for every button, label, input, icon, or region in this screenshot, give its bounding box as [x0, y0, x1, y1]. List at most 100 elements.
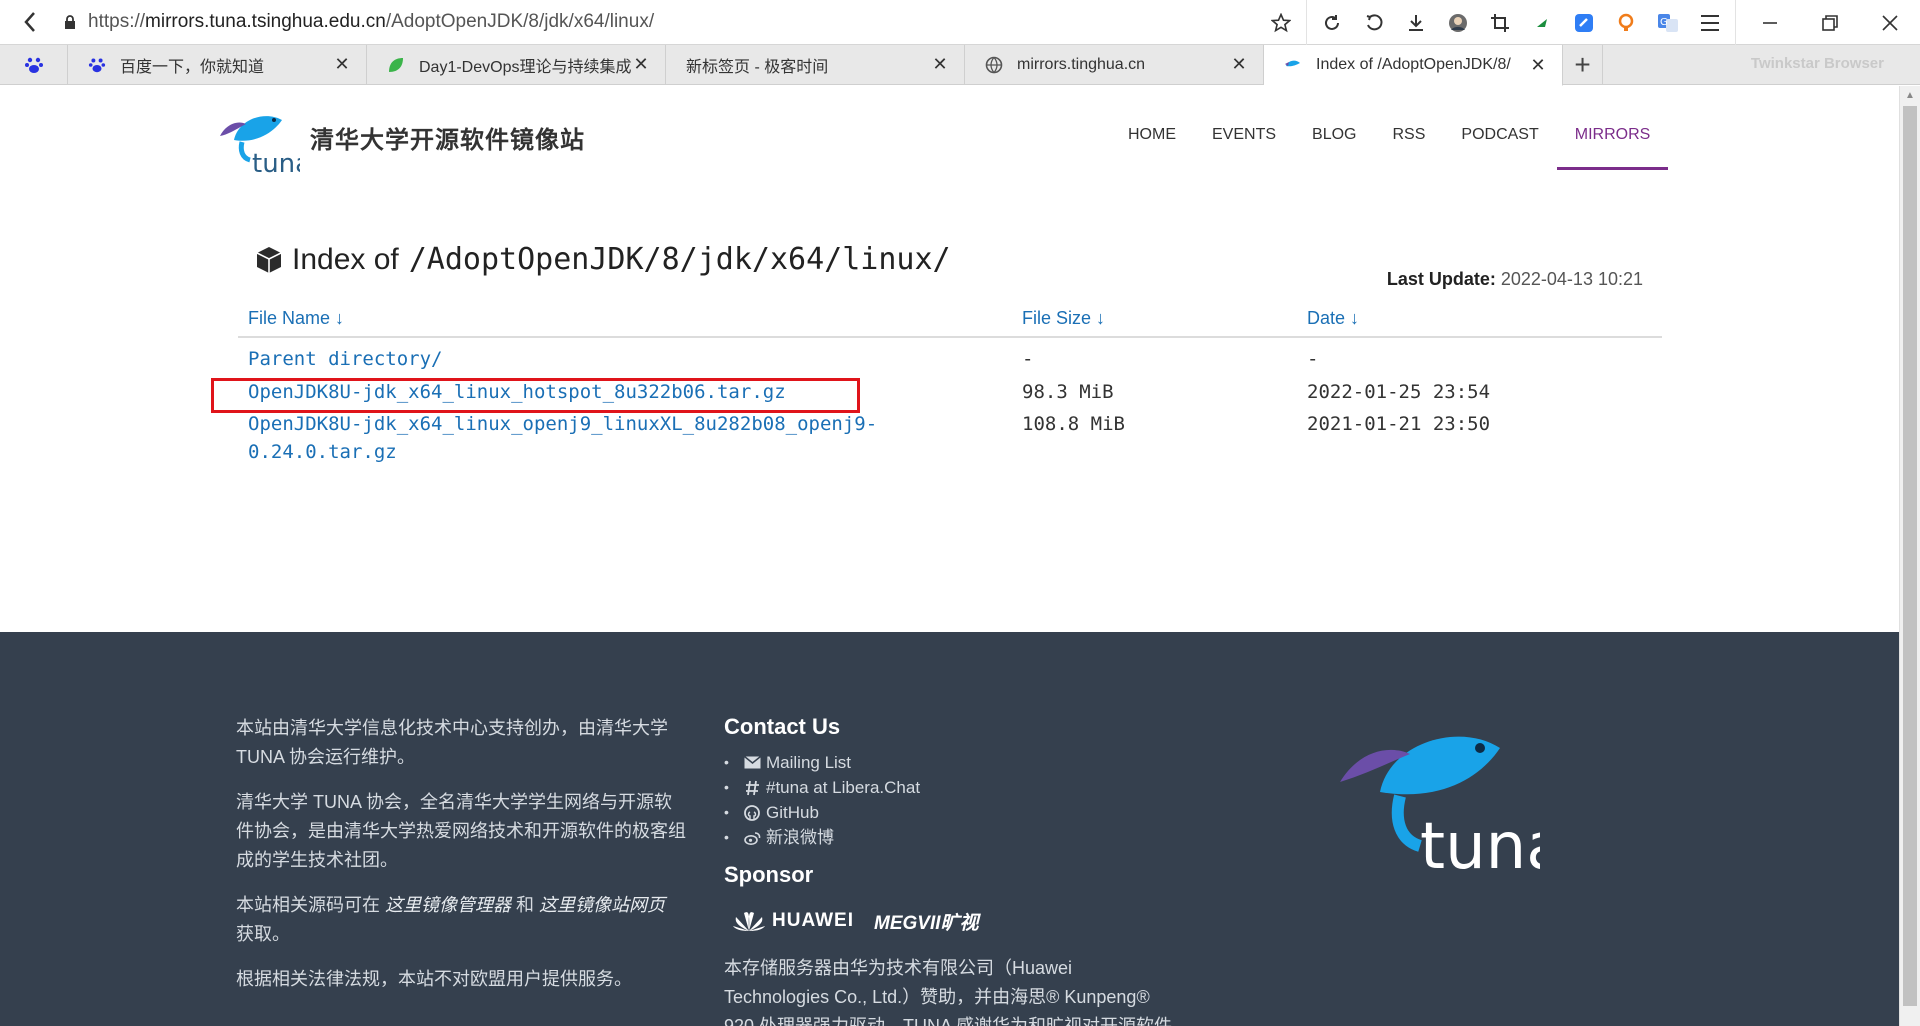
- tuna-fish-logo-icon: tuna: [1340, 736, 1565, 884]
- tab-devops[interactable]: Day1-DevOps理论与持续集成 ✕: [367, 45, 666, 84]
- footer-tuna-logo: tuna: [1330, 712, 1565, 884]
- weibo-icon: [742, 829, 762, 847]
- nav-podcast[interactable]: PODCAST: [1443, 86, 1556, 170]
- tab-close-icon[interactable]: ✕: [1528, 55, 1548, 76]
- tab-title: Index of /AdoptOpenJDK/8/: [1316, 56, 1511, 73]
- site-header: tuna 清华大学开源软件镜像站 HOME EVENTS BLOG RSS PO…: [0, 86, 1899, 186]
- sort-by-date-link[interactable]: Date ↓: [1307, 308, 1359, 328]
- download-icon: [1409, 14, 1423, 31]
- lock-icon[interactable]: [60, 0, 80, 45]
- undo-button[interactable]: [1356, 0, 1392, 45]
- star-icon: [1271, 12, 1291, 32]
- file-link-openj9[interactable]: OpenJDK8U-jdk_x64_linux_openj9_linuxXL_8…: [248, 413, 877, 463]
- svg-text:G: G: [1660, 17, 1668, 28]
- mirror-web-link[interactable]: 这里镜像站网页: [539, 895, 665, 915]
- tab-close-icon[interactable]: ✕: [1229, 54, 1249, 75]
- new-tab-button[interactable]: +: [1563, 45, 1603, 84]
- baidu-paw-icon: [24, 57, 43, 73]
- file-date: 2022-01-25 23:54: [1307, 381, 1491, 403]
- blue-app-icon: [1575, 13, 1593, 32]
- file-name-line2: 0.24.0.tar.gz: [248, 441, 397, 463]
- toolbar-separator: [1306, 0, 1307, 45]
- parent-directory-link[interactable]: Parent directory/: [248, 348, 442, 370]
- menu-button[interactable]: [1692, 0, 1728, 45]
- site-footer: 本站由清华大学信息化技术中心支持创办，由清华大学 TUNA 协会运行维护。 清华…: [0, 632, 1899, 1026]
- nav-home[interactable]: HOME: [1110, 86, 1194, 170]
- sync-button[interactable]: [1314, 0, 1350, 45]
- source-text: 获取。: [236, 924, 290, 944]
- file-name-line1: OpenJDK8U-jdk_x64_linux_openj9_linuxXL_8…: [248, 413, 878, 435]
- contact-libera-chat[interactable]: • #tuna at Libera.Chat: [724, 775, 1174, 800]
- vertical-scrollbar[interactable]: ▲: [1899, 86, 1920, 1026]
- tab-mirrors-tinghua[interactable]: mirrors.tinghua.cn ✕: [965, 45, 1264, 84]
- sponsor-logos: HUAWEI MEGVII旷视: [724, 898, 1174, 944]
- contact-github[interactable]: • GitHub: [724, 800, 1174, 825]
- sort-by-size-link[interactable]: File Size ↓: [1022, 308, 1105, 328]
- package-cube-icon: [256, 246, 282, 273]
- tab-close-icon[interactable]: ✕: [631, 54, 651, 75]
- huawei-logo[interactable]: HUAWEI: [732, 909, 854, 933]
- tab-close-icon[interactable]: ✕: [332, 54, 352, 75]
- baidu-paw-icon: [88, 56, 106, 74]
- restore-button[interactable]: [1800, 0, 1860, 45]
- extension-green-button[interactable]: [1524, 0, 1560, 45]
- megvii-logo[interactable]: MEGVII旷视: [874, 908, 979, 935]
- github-icon: [742, 804, 762, 822]
- translate-button[interactable]: G: [1650, 0, 1686, 45]
- contact-list: • Mailing List • #tuna at Libera.Chat • Git…: [724, 750, 1174, 850]
- source-paragraph: 本站相关源码可在 这里镜像管理器 和 这里镜像站网页 获取。: [236, 891, 686, 949]
- tuna-logo[interactable]: tuna: [216, 106, 311, 179]
- page-viewport: tuna 清华大学开源软件镜像站 HOME EVENTS BLOG RSS PO…: [0, 86, 1899, 1026]
- download-button[interactable]: [1398, 0, 1434, 45]
- tab-title: mirrors.tinghua.cn: [1017, 55, 1146, 73]
- tab-title: 新标签页 - 极客时间: [686, 58, 829, 76]
- sponsor-text: 本存储服务器由华为技术有限公司（Huawei Technologies Co.,…: [724, 958, 1173, 1026]
- user-avatar-button[interactable]: [1440, 0, 1476, 45]
- tab-title: 百度一下，你就知道: [120, 58, 265, 76]
- hamburger-icon: [1701, 14, 1719, 31]
- contact-label: 新浪微博: [766, 828, 834, 847]
- tab-baidu[interactable]: 百度一下，你就知道 ✕: [68, 45, 367, 84]
- tab-new-page[interactable]: 新标签页 - 极客时间 ✕: [666, 45, 965, 84]
- nav-events[interactable]: EVENTS: [1194, 86, 1294, 170]
- tab-close-icon[interactable]: ✕: [930, 54, 950, 75]
- tuna-fish-icon: [1284, 56, 1302, 74]
- sync-icon: [1325, 14, 1339, 30]
- tab-strip: 百度一下，你就知道 ✕ Day1-DevOps理论与持续集成 ✕ 新标签页 - …: [0, 45, 1920, 86]
- sort-by-name-link[interactable]: File Name ↓: [248, 308, 344, 328]
- contact-label: GitHub: [766, 803, 819, 822]
- pinned-tab-baidu[interactable]: [0, 45, 68, 84]
- huawei-petal-icon: [733, 912, 765, 931]
- avatar-icon: [1449, 13, 1467, 32]
- minimize-button[interactable]: [1740, 0, 1800, 45]
- table-row: Parent directory/ - -: [238, 342, 1662, 376]
- chevron-left-icon: [24, 12, 35, 32]
- page-title: Index of /AdoptOpenJDK/8/jdk/x64/linux/: [254, 242, 951, 277]
- nav-rss[interactable]: RSS: [1374, 86, 1443, 170]
- mirror-manager-link[interactable]: 这里镜像管理器: [385, 895, 511, 915]
- orange-bulb-icon: [1618, 13, 1634, 31]
- extension-orange-button[interactable]: [1608, 0, 1644, 45]
- contact-mailing-list[interactable]: • Mailing List: [724, 750, 1174, 775]
- nav-mirrors[interactable]: MIRRORS: [1556, 86, 1669, 170]
- scroll-thumb[interactable]: [1903, 106, 1917, 1006]
- tab-index-adoptopenjdk[interactable]: Index of /AdoptOpenJDK/8/ ✕: [1264, 45, 1563, 86]
- undo-icon: [1366, 13, 1383, 30]
- scroll-up-arrow-icon[interactable]: ▲: [1900, 86, 1920, 106]
- close-window-button[interactable]: [1860, 0, 1920, 45]
- title-prefix: Index of: [292, 242, 399, 276]
- nav-blog[interactable]: BLOG: [1294, 86, 1374, 170]
- translate-icon: G: [1658, 13, 1678, 32]
- url-input[interactable]: https://mirrors.tuna.tsinghua.edu.cn/Ado…: [88, 11, 654, 33]
- contact-label: #tuna at Libera.Chat: [766, 778, 921, 797]
- extension-blue-button[interactable]: [1566, 0, 1602, 45]
- bookmark-star-button[interactable]: [1263, 0, 1299, 45]
- about-paragraph: 本站由清华大学信息化技术中心支持创办，由清华大学 TUNA 协会运行维护。: [236, 718, 668, 767]
- crop-button[interactable]: [1482, 0, 1518, 45]
- contact-weibo[interactable]: • 新浪微博: [724, 825, 1174, 850]
- back-button[interactable]: [0, 0, 60, 45]
- file-date: -: [1307, 348, 1319, 370]
- red-highlight-box: [211, 378, 860, 413]
- globe-icon: [985, 56, 1003, 74]
- tab-title: Day1-DevOps理论与持续集成: [419, 58, 631, 76]
